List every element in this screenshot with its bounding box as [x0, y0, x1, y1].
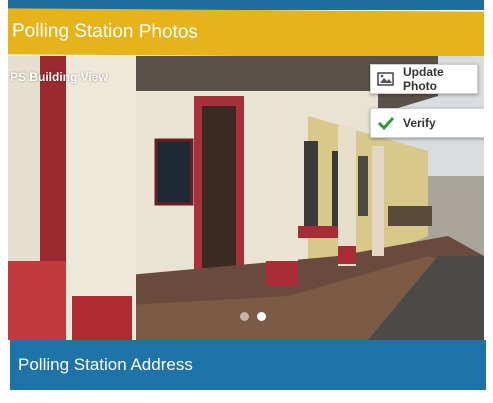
update-photo-label: Update Photo — [403, 65, 444, 93]
update-photo-button[interactable]: Update Photo — [370, 64, 478, 94]
photo-caption: PS Building View — [10, 70, 108, 84]
photo-carousel[interactable]: PS Building View Update Photo Verify — [8, 56, 484, 340]
section-header-photos: Polling Station Photos — [8, 8, 484, 58]
checkmark-icon — [377, 114, 395, 132]
verify-label: Verify — [403, 116, 436, 130]
carousel-dot[interactable] — [240, 312, 249, 321]
address-title: Polling Station Address — [18, 355, 193, 374]
carousel-indicator — [240, 312, 266, 321]
photos-title: Polling Station Photos — [12, 20, 198, 43]
carousel-dot-active[interactable] — [257, 312, 266, 321]
image-upload-icon — [377, 70, 395, 88]
building-photo — [8, 56, 484, 340]
verify-button[interactable]: Verify — [370, 108, 484, 138]
section-header-address[interactable]: Polling Station Address — [10, 340, 486, 390]
